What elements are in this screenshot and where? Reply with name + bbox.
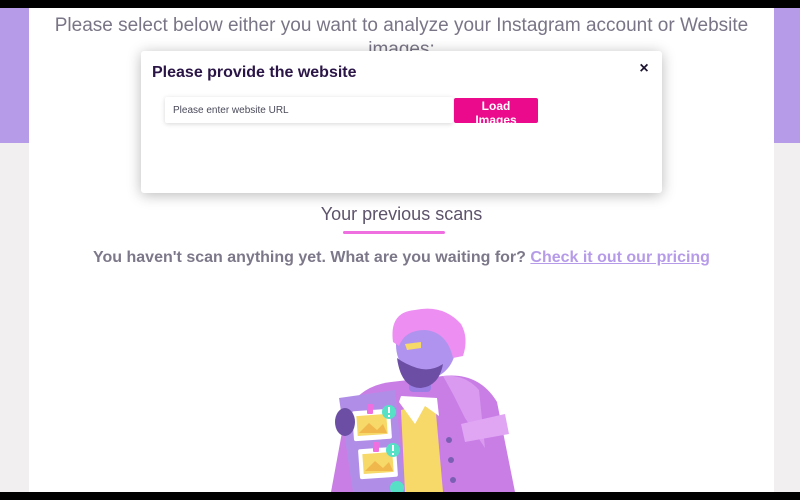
header-band-right	[774, 8, 800, 143]
modal-title: Please provide the website	[152, 64, 357, 81]
empty-scans-message: You haven't scan anything yet. What are …	[29, 249, 774, 267]
close-icon[interactable]: ×	[636, 61, 652, 77]
header-band-left	[0, 8, 29, 143]
website-modal: Please provide the website × Load Images	[141, 51, 662, 193]
load-images-button[interactable]: Load Images	[454, 98, 538, 127]
person-holding-photos-illustration	[331, 308, 515, 492]
website-url-input[interactable]	[165, 97, 453, 123]
empty-scans-text: You haven't scan anything yet. What are …	[93, 249, 526, 266]
main-content: Please select below either you want to a…	[29, 8, 774, 492]
pricing-link[interactable]: Check it out our pricing	[530, 249, 710, 266]
heading-underline	[343, 231, 445, 234]
previous-scans-heading: Your previous scans	[320, 204, 483, 224]
page-viewport: Please select below either you want to a…	[0, 8, 800, 492]
